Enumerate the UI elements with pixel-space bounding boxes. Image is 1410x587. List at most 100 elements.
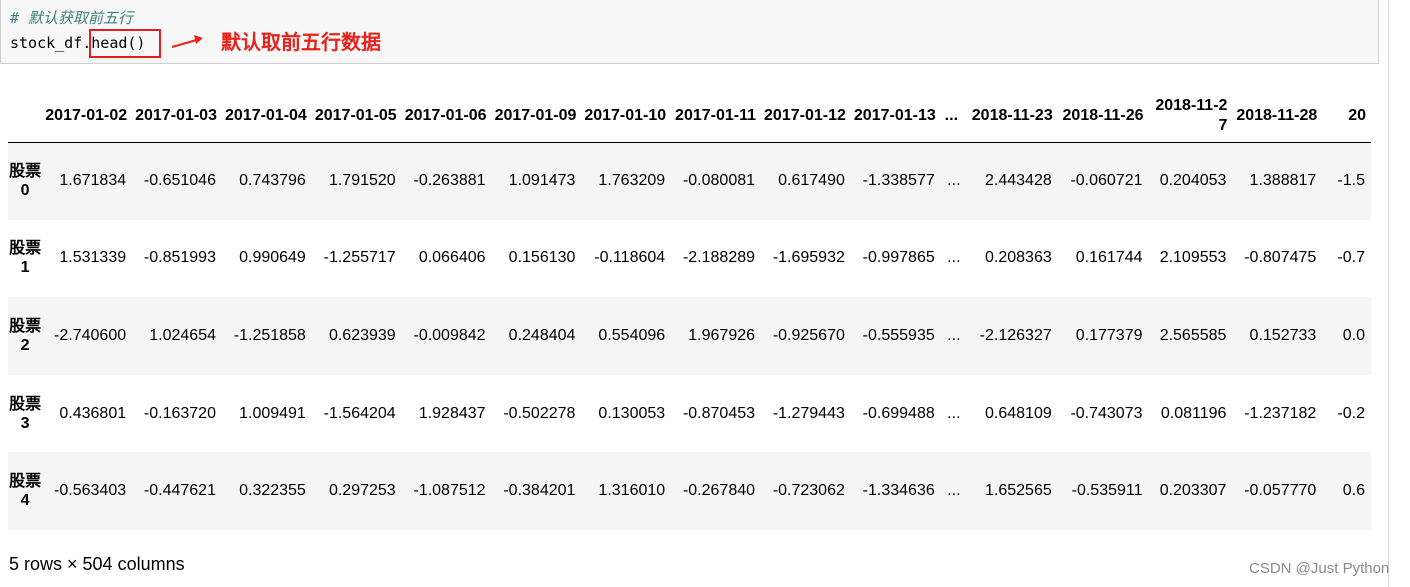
table-cell: 1.388817 (1249, 172, 1317, 190)
table-cell: 0.0 (1342, 326, 1365, 344)
column-header: 2018-11-28 (1232, 90, 1323, 143)
annotation-arrow-icon (171, 35, 203, 48)
column-header: 2017-01-11 (671, 90, 762, 143)
table-cell: 1.671834 (59, 172, 127, 190)
column-header: 2017-01-04 (221, 90, 312, 143)
row-index-label: 股票1 (9, 240, 42, 277)
table-cell: -0.263881 (413, 172, 486, 190)
column-header: 2017-01-02 (42, 90, 133, 143)
highlight-box (89, 29, 161, 58)
table-cell: 0.203307 (1159, 482, 1227, 500)
table-row: 股票3 0.436801 -0.163720 1.009491 -1.564204 1.9… (8, 374, 1371, 453)
table-cell: -2.126327 (979, 326, 1052, 344)
table-cell: 0.161744 (1075, 249, 1143, 267)
table-cell: 0.648109 (985, 404, 1052, 422)
table-row: 股票1 1.531339 -0.851993 0.990649 -1.255717 0.0… (8, 219, 1371, 298)
table-cell: -0.925670 (772, 326, 845, 344)
code-prefix: stock_df. (10, 34, 92, 52)
column-header: 2018-11-23 (966, 90, 1058, 143)
table-row: 股票2 -2.740600 1.024654 -1.251858 0.623939 -0.… (8, 297, 1371, 375)
ellipsis-cell: ... (947, 404, 961, 422)
table-cell: 0.436801 (59, 404, 127, 422)
table-cell: -0.447621 (143, 482, 216, 500)
column-header: 2017-01-12 (761, 90, 851, 143)
table-cell: -1.5 (1337, 172, 1365, 190)
table-cell: -0.851993 (143, 249, 216, 267)
table-cell: 1.091473 (508, 172, 576, 190)
table-cell: -1.087512 (413, 482, 486, 500)
table-cell: 0.130053 (598, 404, 666, 422)
table-cell: -2.188289 (682, 249, 756, 267)
table-cell: -1.334636 (862, 482, 935, 500)
table-cell: 1.967926 (688, 326, 756, 344)
table-cell: 1.652565 (985, 482, 1052, 500)
table-cell: -0.535911 (1071, 482, 1143, 500)
table-row: 股票4 -0.563403 -0.447621 0.322355 0.297253 -1.… (8, 452, 1371, 530)
table-cell: -1.255717 (323, 249, 396, 267)
table-cell: -1.251858 (233, 326, 306, 344)
table-cell: 1.763209 (598, 172, 666, 190)
table-cell: 1.024654 (149, 326, 216, 344)
table-cell: -0.384201 (503, 482, 576, 500)
table-cell: 0.248404 (508, 326, 576, 344)
column-header-ellipsis: ... (940, 90, 967, 143)
table-cell: 0.156130 (508, 249, 576, 267)
row-index-label: 股票2 (9, 317, 42, 354)
dataframe-shape: 5 rows × 504 columns (9, 554, 185, 574)
table-cell: 0.208363 (985, 249, 1052, 267)
ellipsis-cell: ... (947, 482, 961, 500)
table-cell: -1.564204 (323, 404, 396, 422)
notebook-right-border (1388, 0, 1389, 587)
row-index-label: 股票3 (9, 395, 42, 432)
table-cell: -2.740600 (54, 326, 127, 344)
table-cell: 0.617490 (778, 172, 845, 190)
column-header: 2017-01-03 (132, 90, 222, 143)
table-cell: -1.695932 (772, 249, 845, 267)
table-cell: -0.009842 (413, 326, 486, 344)
column-header: 2018-11-26 (1057, 90, 1149, 143)
table-cell: -0.163720 (143, 404, 216, 422)
table-cell: 0.297253 (328, 482, 396, 500)
table-cell: -0.807475 (1244, 249, 1317, 267)
table-cell: 0.990649 (239, 249, 306, 267)
table-cell: 2.565585 (1159, 326, 1227, 344)
ellipsis-cell: ... (947, 326, 961, 344)
table-cell: 0.081196 (1160, 404, 1227, 422)
table-cell: -0.267840 (682, 482, 756, 500)
ellipsis-cell: ... (947, 249, 961, 267)
row-index-label: 股票0 (9, 163, 42, 200)
table-cell: -0.870453 (682, 404, 756, 422)
column-header: 2017-01-10 (581, 90, 672, 143)
table-cell: -0.555935 (862, 326, 935, 344)
table-cell: -0.699488 (862, 404, 935, 422)
table-cell: -0.743073 (1070, 404, 1143, 422)
index-header (8, 90, 43, 143)
table-cell: -1.279443 (772, 404, 845, 422)
table-cell: 1.531339 (59, 249, 127, 267)
table-cell: -0.2 (1337, 404, 1365, 422)
column-header: 2018-11-27 (1148, 90, 1233, 143)
table-cell: -0.723062 (772, 482, 845, 500)
table-cell: 2.443428 (985, 172, 1052, 190)
table-cell: 0.152733 (1249, 326, 1317, 344)
column-header: 2017-01-05 (311, 90, 402, 143)
table-cell: 0.743796 (239, 172, 306, 190)
table-cell: 0.204053 (1159, 172, 1227, 190)
watermark: CSDN @Just Python (1249, 560, 1390, 577)
dataframe-table: 2017-01-02 2017-01-03 2017-01-04 2017-01-05… (8, 90, 1371, 530)
table-cell: 0.177379 (1075, 326, 1143, 344)
table-cell: 0.6 (1342, 482, 1365, 500)
table-cell: 0.322355 (239, 482, 306, 500)
table-cell: 1.791520 (328, 172, 396, 190)
code-comment: # 默认获取前五行 (10, 9, 134, 27)
table-cell: 1.928437 (418, 404, 486, 422)
table-cell: -0.080081 (682, 172, 756, 190)
column-header: 2017-01-13 (850, 90, 941, 143)
row-index-label: 股票4 (9, 473, 42, 510)
table-cell: -0.060721 (1070, 172, 1143, 190)
ellipsis-cell: ... (947, 172, 961, 190)
table-cell: 0.554096 (598, 326, 666, 344)
table-cell: -0.502278 (503, 404, 576, 422)
table-cell: 1.316010 (598, 482, 666, 500)
table-header-row: 2017-01-02 2017-01-03 2017-01-04 2017-01-05… (8, 90, 1371, 143)
